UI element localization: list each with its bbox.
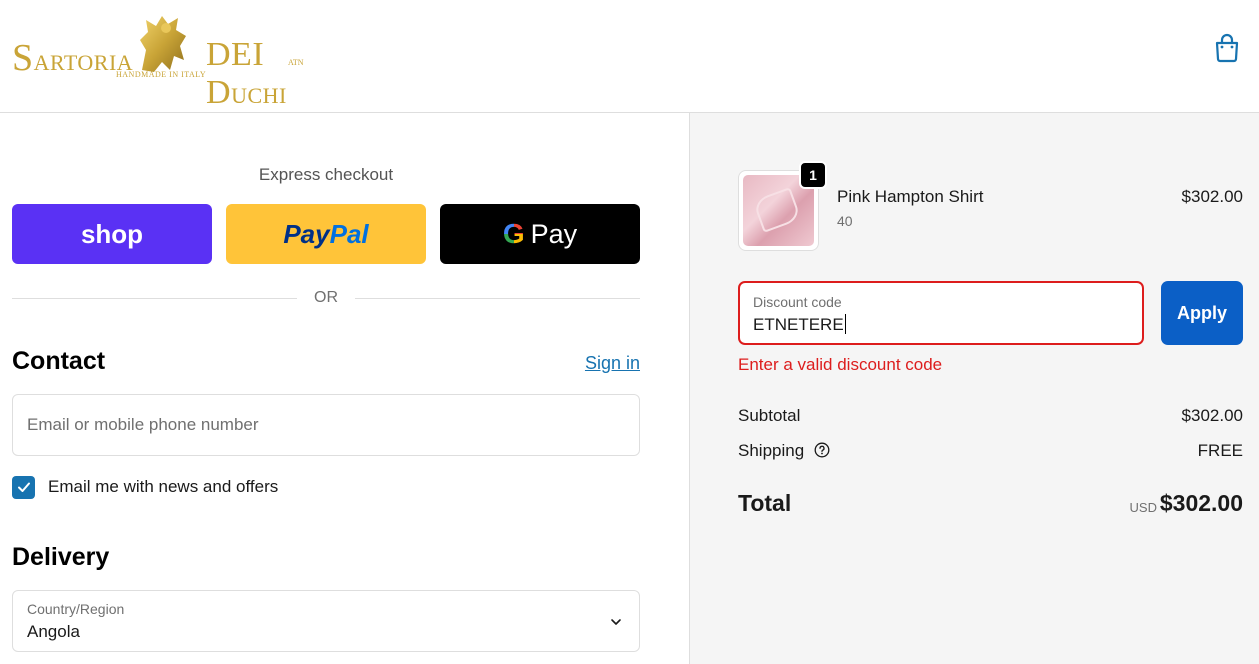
paypal-button[interactable]: Pay Pal: [226, 204, 426, 264]
checkout-form: Express checkout shop Pay Pal G Pay OR Con…: [0, 113, 689, 664]
country-label: Country/Region: [27, 601, 125, 617]
newsletter-checkbox[interactable]: [12, 475, 35, 499]
checkmark-icon: [17, 482, 30, 492]
express-checkout-title: Express checkout: [258, 165, 394, 184]
apply-button[interactable]: Apply: [1161, 281, 1243, 345]
header: SARTORIA DEI DUCHI HANDMADE IN ITALY ATN: [0, 0, 1259, 113]
shipping-label: Shipping: [738, 441, 805, 460]
total-label: Total: [738, 490, 792, 516]
total-value: $302.00: [1159, 490, 1243, 516]
contact-heading: Contact: [12, 347, 106, 375]
or-divider: OR: [12, 289, 640, 309]
subtotal-label: Subtotal: [738, 406, 801, 425]
product-price: $302.00: [1181, 187, 1243, 206]
divider-line-right: [355, 298, 640, 299]
google-pay-button[interactable]: G Pay: [440, 204, 640, 264]
subtotal-value: $302.00: [1181, 406, 1243, 425]
logo-word-dei-duchi: DEI DUCHI: [206, 36, 287, 111]
google-g-icon: G: [502, 218, 525, 249]
help-circle-icon[interactable]: [814, 442, 830, 458]
or-label: OR: [314, 289, 338, 306]
email-placeholder: Email or mobile phone number: [27, 415, 259, 434]
store-logo[interactable]: SARTORIA DEI DUCHI HANDMADE IN ITALY ATN: [10, 10, 320, 111]
shop-pay-button[interactable]: shop: [12, 204, 212, 264]
currency-code: USD: [1129, 500, 1157, 515]
shop-pay-label: shop: [80, 218, 144, 249]
total-row: Total USD $302.00: [738, 490, 1243, 524]
logo-tagline: HANDMADE IN ITALY: [116, 70, 207, 79]
google-pay-label: Pay: [530, 218, 578, 249]
country-value: Angola: [27, 622, 80, 641]
shipping-row: Shipping FREE: [738, 441, 1243, 465]
newsletter-label: Email me with news and offers: [48, 477, 279, 496]
logo-suffix: ATN: [288, 58, 304, 67]
order-summary: 1 Pink Hampton Shirt 40 $302.00 Discount…: [689, 113, 1259, 664]
chevron-down-icon: [611, 619, 621, 625]
paypal-label-pay: Pay: [283, 218, 330, 249]
discount-error-message: Enter a valid discount code: [738, 355, 943, 374]
quantity-badge: 1: [799, 161, 827, 189]
discount-code-value: ETNETERE: [753, 314, 846, 334]
sign-in-link[interactable]: Sign in: [560, 353, 640, 374]
discount-code-field[interactable]: Discount code ETNETERE: [738, 281, 1144, 345]
email-field[interactable]: Email or mobile phone number: [12, 394, 640, 456]
subtotal-row: Subtotal $302.00: [738, 406, 1243, 430]
product-name: Pink Hampton Shirt: [837, 187, 984, 206]
country-select[interactable]: Country/Region Angola: [12, 590, 640, 652]
product-variant: 40: [837, 213, 853, 229]
shopping-bag-icon[interactable]: [1211, 32, 1243, 64]
divider-line-left: [12, 298, 297, 299]
shipping-value: FREE: [1197, 441, 1243, 460]
paypal-label-pal: Pal: [329, 218, 369, 249]
delivery-heading: Delivery: [12, 543, 110, 571]
lion-crest-icon: [140, 16, 186, 72]
discount-code-label: Discount code: [753, 294, 842, 310]
newsletter-checkbox-row[interactable]: Email me with news and offers: [12, 475, 278, 499]
